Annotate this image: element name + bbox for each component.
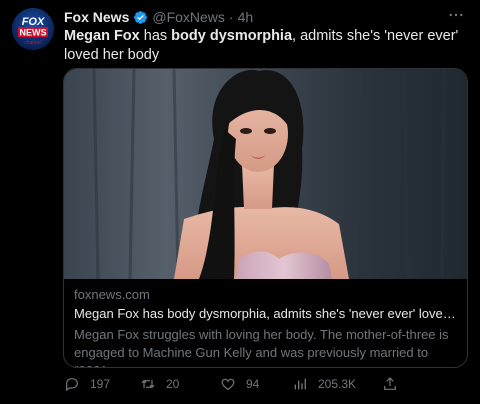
tweet-header: Fox News @FoxNews · 4h	[64, 8, 253, 26]
fox-news-logo: FOX NEWS channel	[12, 8, 54, 50]
logo-line2: NEWS	[20, 28, 47, 38]
separator-dot: ·	[228, 9, 234, 25]
link-card[interactable]: foxnews.com Megan Fox has body dysmorphi…	[63, 68, 468, 368]
reply-button[interactable]: 197	[64, 374, 110, 394]
reply-count: 197	[90, 377, 111, 391]
tweet[interactable]: FOX NEWS channel Fox News @FoxNews · 4h …	[0, 0, 480, 404]
card-domain: foxnews.com	[74, 287, 150, 302]
views-count: 205.3K	[318, 377, 357, 391]
retweet-count: 20	[166, 377, 180, 391]
share-button[interactable]	[382, 374, 408, 394]
views-button[interactable]: 205.3K	[292, 374, 356, 394]
author-handle[interactable]: @FoxNews	[152, 9, 225, 25]
card-meta: foxnews.com Megan Fox has body dysmorphi…	[74, 287, 459, 367]
share-icon	[384, 377, 396, 390]
like-count: 94	[246, 377, 260, 391]
like-button[interactable]: 94	[220, 374, 259, 394]
heart-icon	[221, 378, 235, 391]
more-options-icon[interactable]	[444, 6, 468, 24]
reply-icon	[66, 378, 78, 392]
card-description: Megan Fox struggles with loving her body…	[74, 327, 449, 367]
logo-line1: FOX	[22, 16, 45, 28]
text-part-2: has	[139, 28, 172, 44]
retweet-button[interactable]: 20	[140, 374, 179, 394]
logo-line3: channel	[24, 40, 42, 46]
retweet-icon	[141, 379, 155, 389]
author-name[interactable]: Fox News	[64, 9, 129, 25]
views-chart-icon	[294, 378, 306, 390]
text-part-3: body dysmorphia	[171, 28, 293, 44]
avatar[interactable]: FOX NEWS channel	[12, 8, 54, 50]
card-title[interactable]: Megan Fox has body dysmorphia, admits sh…	[74, 306, 459, 324]
verified-badge-icon	[134, 10, 148, 24]
tweet-actions: 197 20 94 205.3K	[64, 374, 404, 394]
text-part-1: Megan Fox	[64, 28, 140, 44]
timestamp[interactable]: 4h	[238, 9, 254, 25]
tweet-text: Megan Fox has body dysmorphia, admits sh…	[64, 27, 464, 65]
card-image[interactable]	[64, 69, 467, 279]
